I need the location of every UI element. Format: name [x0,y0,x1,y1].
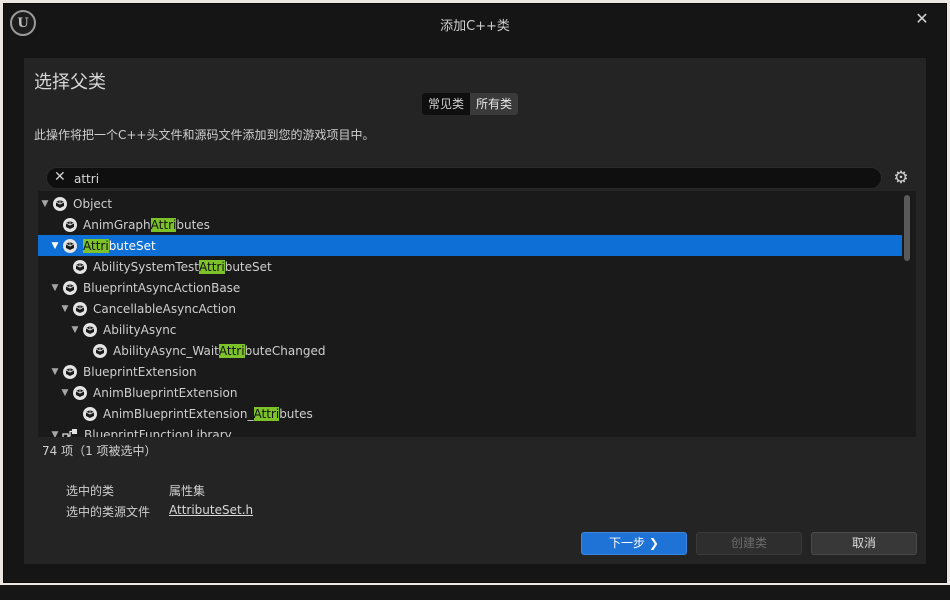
choose-parent-panel: 选择父类 常见类 所有类 此操作将把一个C++头文件和源码文件添加到您的游戏项目… [24,58,926,564]
class-icon [73,385,87,400]
tree-row[interactable]: ▼ BlueprintAsyncActionBase [38,277,902,298]
expand-arrow-icon[interactable]: ▼ [50,283,60,293]
label-prefix: AnimBlueprintExtension_ [103,406,254,421]
function-library-icon [62,428,78,437]
scrollbar-thumb[interactable] [904,195,910,261]
expand-arrow-icon[interactable]: ▼ [50,367,60,377]
tree-row[interactable]: ▼ BlueprintExtension [38,361,902,382]
tree-row[interactable]: ▼ AnimBlueprintExtension [38,382,902,403]
next-label: 下一步 [609,536,646,550]
class-icon [73,301,87,316]
search-box: ✕ [46,167,882,189]
selected-file-label: 选中的类源文件 [66,505,151,519]
label-prefix: CancellableAsyncAction [93,301,237,316]
tree-row-label: AbilityAsync_WaitAttributeChanged [113,343,326,358]
expand-arrow-icon[interactable]: ▼ [60,388,70,398]
item-count: 74 项（1 项被选中） [42,444,157,458]
tree-row[interactable]: ▼ AbilityAsync [38,319,902,340]
tree-row-label: AnimBlueprintExtension [93,386,238,400]
label-suffix: buteSet [108,238,156,253]
create-class-button[interactable]: 创建类 [696,532,802,555]
class-icon [63,238,77,253]
description-text: 此操作将把一个C++头文件和源码文件添加到您的游戏项目中。 [34,128,375,142]
search-match-highlight: Attri [150,217,177,232]
label-prefix: AbilityAsync_Wait [113,343,219,358]
class-icon [73,259,87,274]
tree-row-label: AbilityAsync [103,323,176,337]
class-icon [83,406,97,421]
label-prefix: AbilityAsync [103,322,177,337]
search-match-highlight: Attri [218,343,245,358]
label-suffix: buteChanged [244,343,326,358]
label-prefix: BlueprintExtension [83,364,197,379]
tree-row-label: BlueprintFunctionLibrary [84,428,232,438]
label-suffix: buteSet [224,259,272,274]
search-match-highlight: Attri [83,238,109,253]
tab-all-classes[interactable]: 所有类 [470,93,519,115]
class-icon [83,322,97,337]
search-match-highlight: Attri [253,406,280,421]
chevron-right-icon: ❯ [648,536,659,550]
tab-common-classes[interactable]: 常见类 [422,93,470,115]
selected-class-value: 属性集 [169,484,206,498]
tree-row-selected[interactable]: ▼ AttributeSet [38,235,902,256]
class-icon [53,196,67,211]
expand-arrow-icon[interactable]: ▼ [60,304,70,314]
panel-heading: 选择父类 [34,72,106,93]
label-suffix: butes [279,406,313,421]
label-suffix: butes [176,217,210,232]
cancel-button[interactable]: 取消 [811,532,917,555]
tree-row-label: BlueprintExtension [83,365,197,379]
taskbar-strip [0,585,950,600]
label-prefix: BlueprintFunctionLibrary [84,427,232,438]
tree-row[interactable]: AbilitySystemTestAttributeSet [38,256,902,277]
clear-search-icon[interactable]: ✕ [54,169,66,185]
label-prefix: Object [73,196,113,211]
selected-file-link[interactable]: AttributeSet.h [169,503,253,517]
class-icon [63,217,77,232]
tree-row-label: CancellableAsyncAction [93,302,236,316]
label-prefix: AnimBlueprintExtension [93,385,238,400]
tree-row[interactable]: AnimBlueprintExtension_Attributes [38,403,902,424]
search-input[interactable] [74,170,854,187]
class-icon [63,364,77,379]
gear-icon[interactable]: ⚙ [890,167,912,189]
tree-row-label: AbilitySystemTestAttributeSet [93,259,272,274]
add-cpp-class-dialog: U 添加C++类 ✕ 选择父类 常见类 所有类 此操作将把一个C++头文件和源码… [3,3,947,583]
selected-class-label: 选中的类 [66,484,115,498]
label-prefix: AbilitySystemTest [93,259,200,274]
tree-row[interactable]: ▼ Object [38,193,902,214]
label-prefix: BlueprintAsyncActionBase [83,280,241,295]
close-icon[interactable]: ✕ [912,9,932,29]
next-button[interactable]: 下一步 ❯ [581,532,687,555]
class-icon [63,280,77,295]
window-title: 添加C++类 [440,19,510,34]
tree-row[interactable]: ▼ BlueprintFunctionLibrary [38,424,902,437]
tree-row-label: AttributeSet [83,238,156,253]
titlebar: U 添加C++类 ✕ [4,4,946,42]
expand-arrow-icon[interactable]: ▼ [40,199,50,209]
tree-row-label: AnimBlueprintExtension_Attributes [103,406,313,421]
tree-row-label: Object [73,197,112,211]
label-prefix: AnimGraph [83,217,151,232]
expand-arrow-icon[interactable]: ▼ [70,325,80,335]
class-filter-tabs: 常见类 所有类 [422,93,519,115]
class-tree: ▼ Object AnimGraphAttributes ▼ AttributeSet A… [38,191,916,437]
class-icon [93,343,107,358]
tree-row-label: BlueprintAsyncActionBase [83,281,240,295]
expand-arrow-icon[interactable]: ▼ [50,430,60,438]
search-match-highlight: Attri [199,259,225,274]
expand-arrow-icon[interactable]: ▼ [50,241,60,251]
tree-row[interactable]: AbilityAsync_WaitAttributeChanged [38,340,902,361]
tree-row-label: AnimGraphAttributes [83,217,210,232]
tree-row[interactable]: AnimGraphAttributes [38,214,902,235]
tree-row[interactable]: ▼ CancellableAsyncAction [38,298,902,319]
